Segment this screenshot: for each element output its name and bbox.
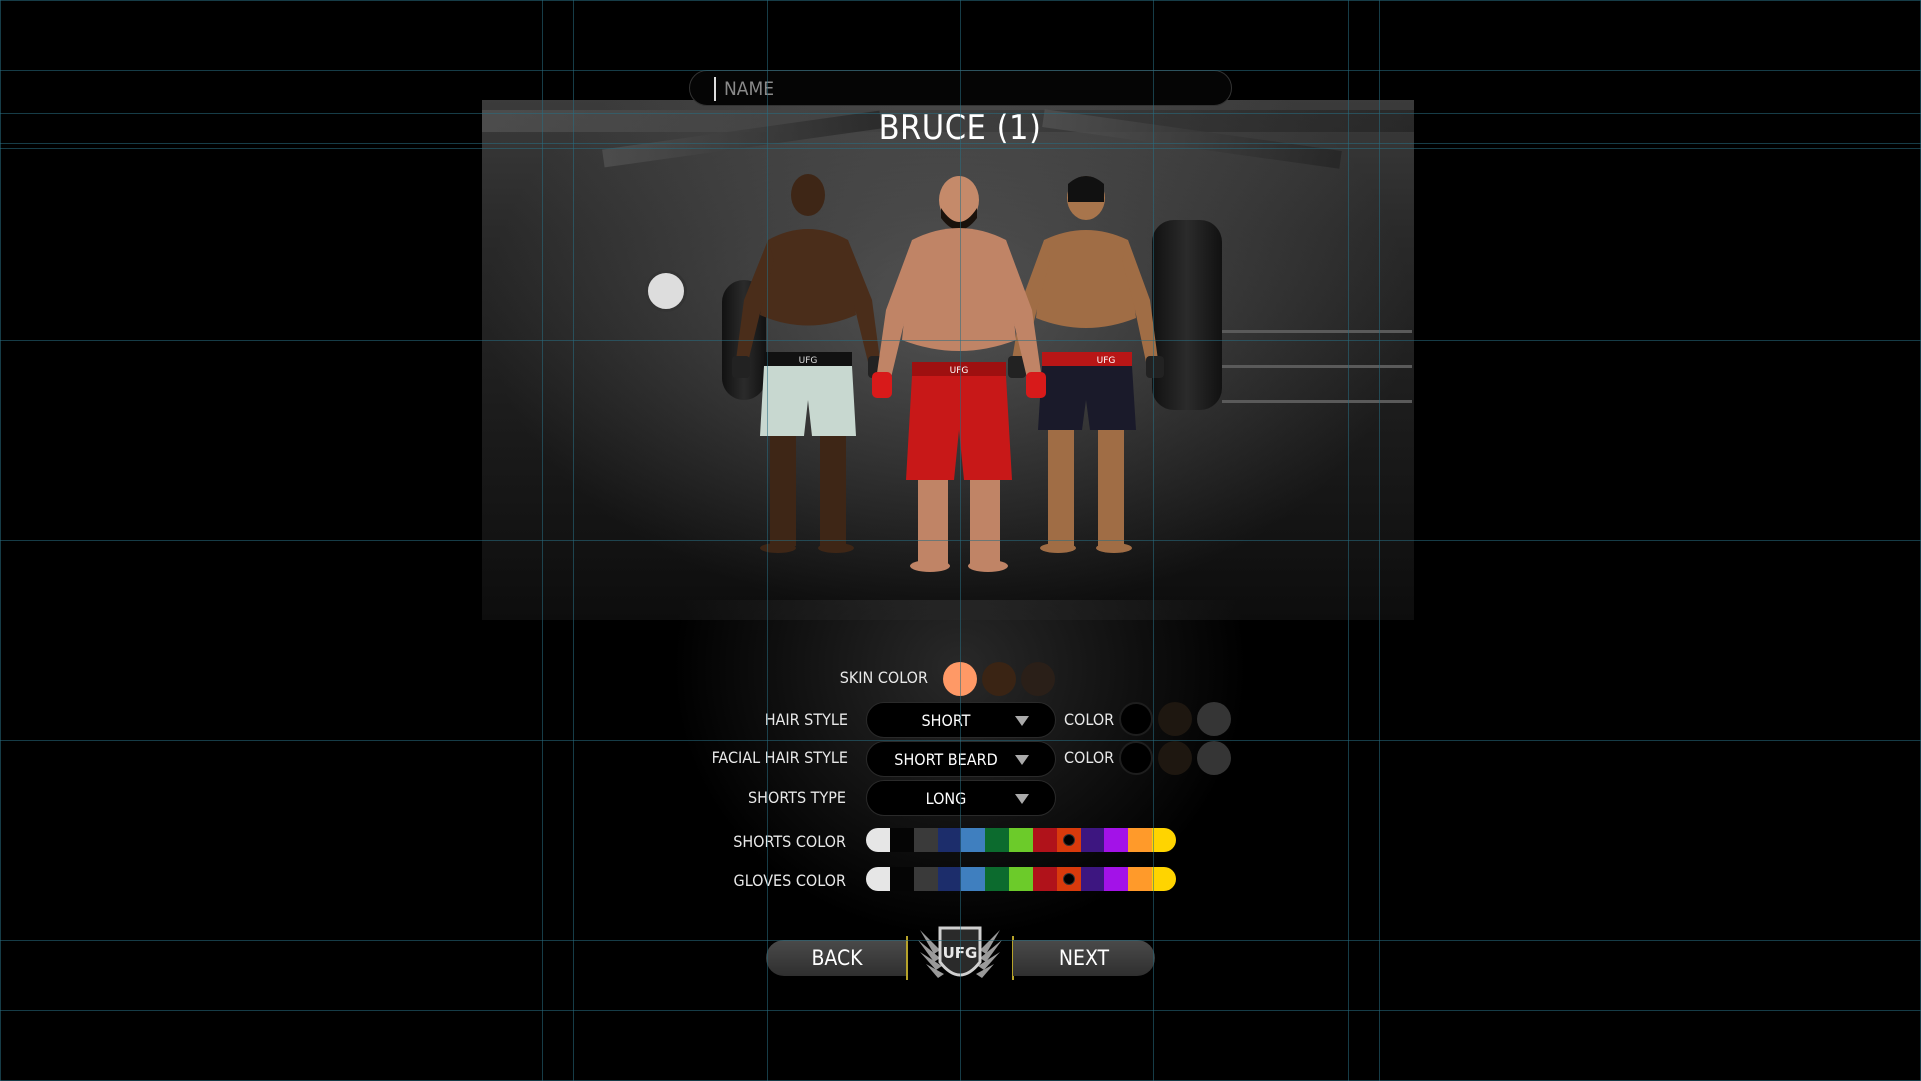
svg-text:UFG: UFG bbox=[1097, 356, 1116, 366]
chevron-down-icon bbox=[1015, 755, 1029, 765]
gloves-color-swatch-1[interactable] bbox=[866, 867, 890, 891]
gloves-color-swatch-3[interactable] bbox=[913, 867, 938, 891]
back-button[interactable]: BACK bbox=[766, 940, 908, 976]
shorts-color-swatch-5[interactable] bbox=[961, 828, 986, 852]
hair-color-swatch-3[interactable] bbox=[1197, 702, 1231, 736]
facial-hair-color-swatch-1[interactable] bbox=[1119, 741, 1153, 775]
shorts-color-label: SHORTS COLOR bbox=[733, 832, 846, 851]
selected-indicator-icon bbox=[1062, 834, 1075, 846]
shorts-type-label: SHORTS TYPE bbox=[748, 788, 846, 807]
shorts-color-swatch-1[interactable] bbox=[866, 828, 890, 852]
svg-text:UFG: UFG bbox=[799, 356, 818, 366]
character-creator-screen: UFG UFG UFG NAME BRUCE (1) SKIN COLOR HA… bbox=[0, 0, 1921, 1081]
shorts-color-swatch-10[interactable] bbox=[1080, 828, 1105, 852]
shorts-color-swatch-11[interactable] bbox=[1104, 828, 1129, 852]
facial-hair-color-swatch-3[interactable] bbox=[1197, 741, 1231, 775]
gloves-color-label: GLOVES COLOR bbox=[733, 871, 846, 890]
nav-divider-left bbox=[906, 936, 908, 980]
gym-background: UFG UFG UFG bbox=[482, 100, 1414, 620]
facial-hair-value: SHORT BEARD bbox=[894, 750, 998, 769]
svg-text:UFG: UFG bbox=[950, 366, 969, 376]
text-caret bbox=[714, 77, 716, 101]
fighters-group: UFG UFG UFG bbox=[732, 174, 1164, 572]
name-input[interactable] bbox=[722, 74, 1206, 104]
gloves-color-swatch-2[interactable] bbox=[889, 867, 914, 891]
facial-hair-label: FACIAL HAIR STYLE bbox=[711, 748, 848, 767]
gloves-color-swatch-4[interactable] bbox=[937, 867, 962, 891]
gloves-color-palette[interactable] bbox=[866, 867, 1176, 891]
next-button[interactable]: NEXT bbox=[1013, 940, 1155, 976]
ufg-logo-icon: UFG bbox=[918, 926, 1002, 978]
gloves-color-swatch-5[interactable] bbox=[961, 867, 986, 891]
logo-text: UFG bbox=[943, 944, 978, 962]
shorts-color-swatch-3[interactable] bbox=[913, 828, 938, 852]
selected-indicator-icon bbox=[1062, 873, 1075, 885]
gloves-color-swatch-11[interactable] bbox=[1104, 867, 1129, 891]
hair-color-swatch-2[interactable] bbox=[1158, 702, 1192, 736]
gloves-color-swatch-7[interactable] bbox=[1009, 867, 1033, 891]
gloves-color-swatch-13[interactable] bbox=[1152, 867, 1176, 891]
shorts-color-swatch-12[interactable] bbox=[1128, 828, 1153, 852]
hair-color-swatch-1[interactable] bbox=[1119, 702, 1153, 736]
gloves-color-swatch-8[interactable] bbox=[1032, 867, 1057, 891]
hair-style-value: SHORT bbox=[921, 711, 971, 730]
facial-hair-color-label: COLOR bbox=[1064, 748, 1115, 767]
fighter-title: BRUCE (1) bbox=[878, 108, 1042, 148]
skin-swatch-3[interactable] bbox=[1021, 662, 1055, 696]
shorts-color-swatch-7[interactable] bbox=[1009, 828, 1033, 852]
facial-hair-color-swatch-2[interactable] bbox=[1158, 741, 1192, 775]
hair-style-dropdown[interactable]: SHORT bbox=[866, 702, 1056, 738]
skin-color-label: SKIN COLOR bbox=[839, 668, 928, 687]
chevron-down-icon bbox=[1015, 794, 1029, 804]
shorts-color-swatch-13[interactable] bbox=[1152, 828, 1176, 852]
shorts-color-swatch-2[interactable] bbox=[889, 828, 914, 852]
shorts-color-swatch-4[interactable] bbox=[937, 828, 962, 852]
gloves-color-swatch-9[interactable] bbox=[1056, 867, 1081, 891]
hair-style-label: HAIR STYLE bbox=[764, 710, 848, 729]
skin-swatch-1[interactable] bbox=[943, 662, 977, 696]
gloves-color-swatch-6[interactable] bbox=[985, 867, 1010, 891]
fighter-left: UFG bbox=[732, 174, 886, 553]
name-input-container[interactable] bbox=[689, 70, 1232, 106]
hair-color-label: COLOR bbox=[1064, 710, 1115, 729]
shorts-color-swatch-8[interactable] bbox=[1032, 828, 1057, 852]
gloves-color-swatch-10[interactable] bbox=[1080, 867, 1105, 891]
facial-hair-dropdown[interactable]: SHORT BEARD bbox=[866, 741, 1056, 777]
shorts-type-dropdown[interactable]: LONG bbox=[866, 780, 1056, 816]
shorts-color-palette[interactable] bbox=[866, 828, 1176, 852]
chevron-down-icon bbox=[1015, 716, 1029, 726]
gloves-color-swatch-12[interactable] bbox=[1128, 867, 1153, 891]
shorts-type-value: LONG bbox=[925, 789, 967, 808]
shorts-color-swatch-9[interactable] bbox=[1056, 828, 1081, 852]
skin-swatch-2[interactable] bbox=[982, 662, 1016, 696]
shorts-color-swatch-6[interactable] bbox=[985, 828, 1010, 852]
